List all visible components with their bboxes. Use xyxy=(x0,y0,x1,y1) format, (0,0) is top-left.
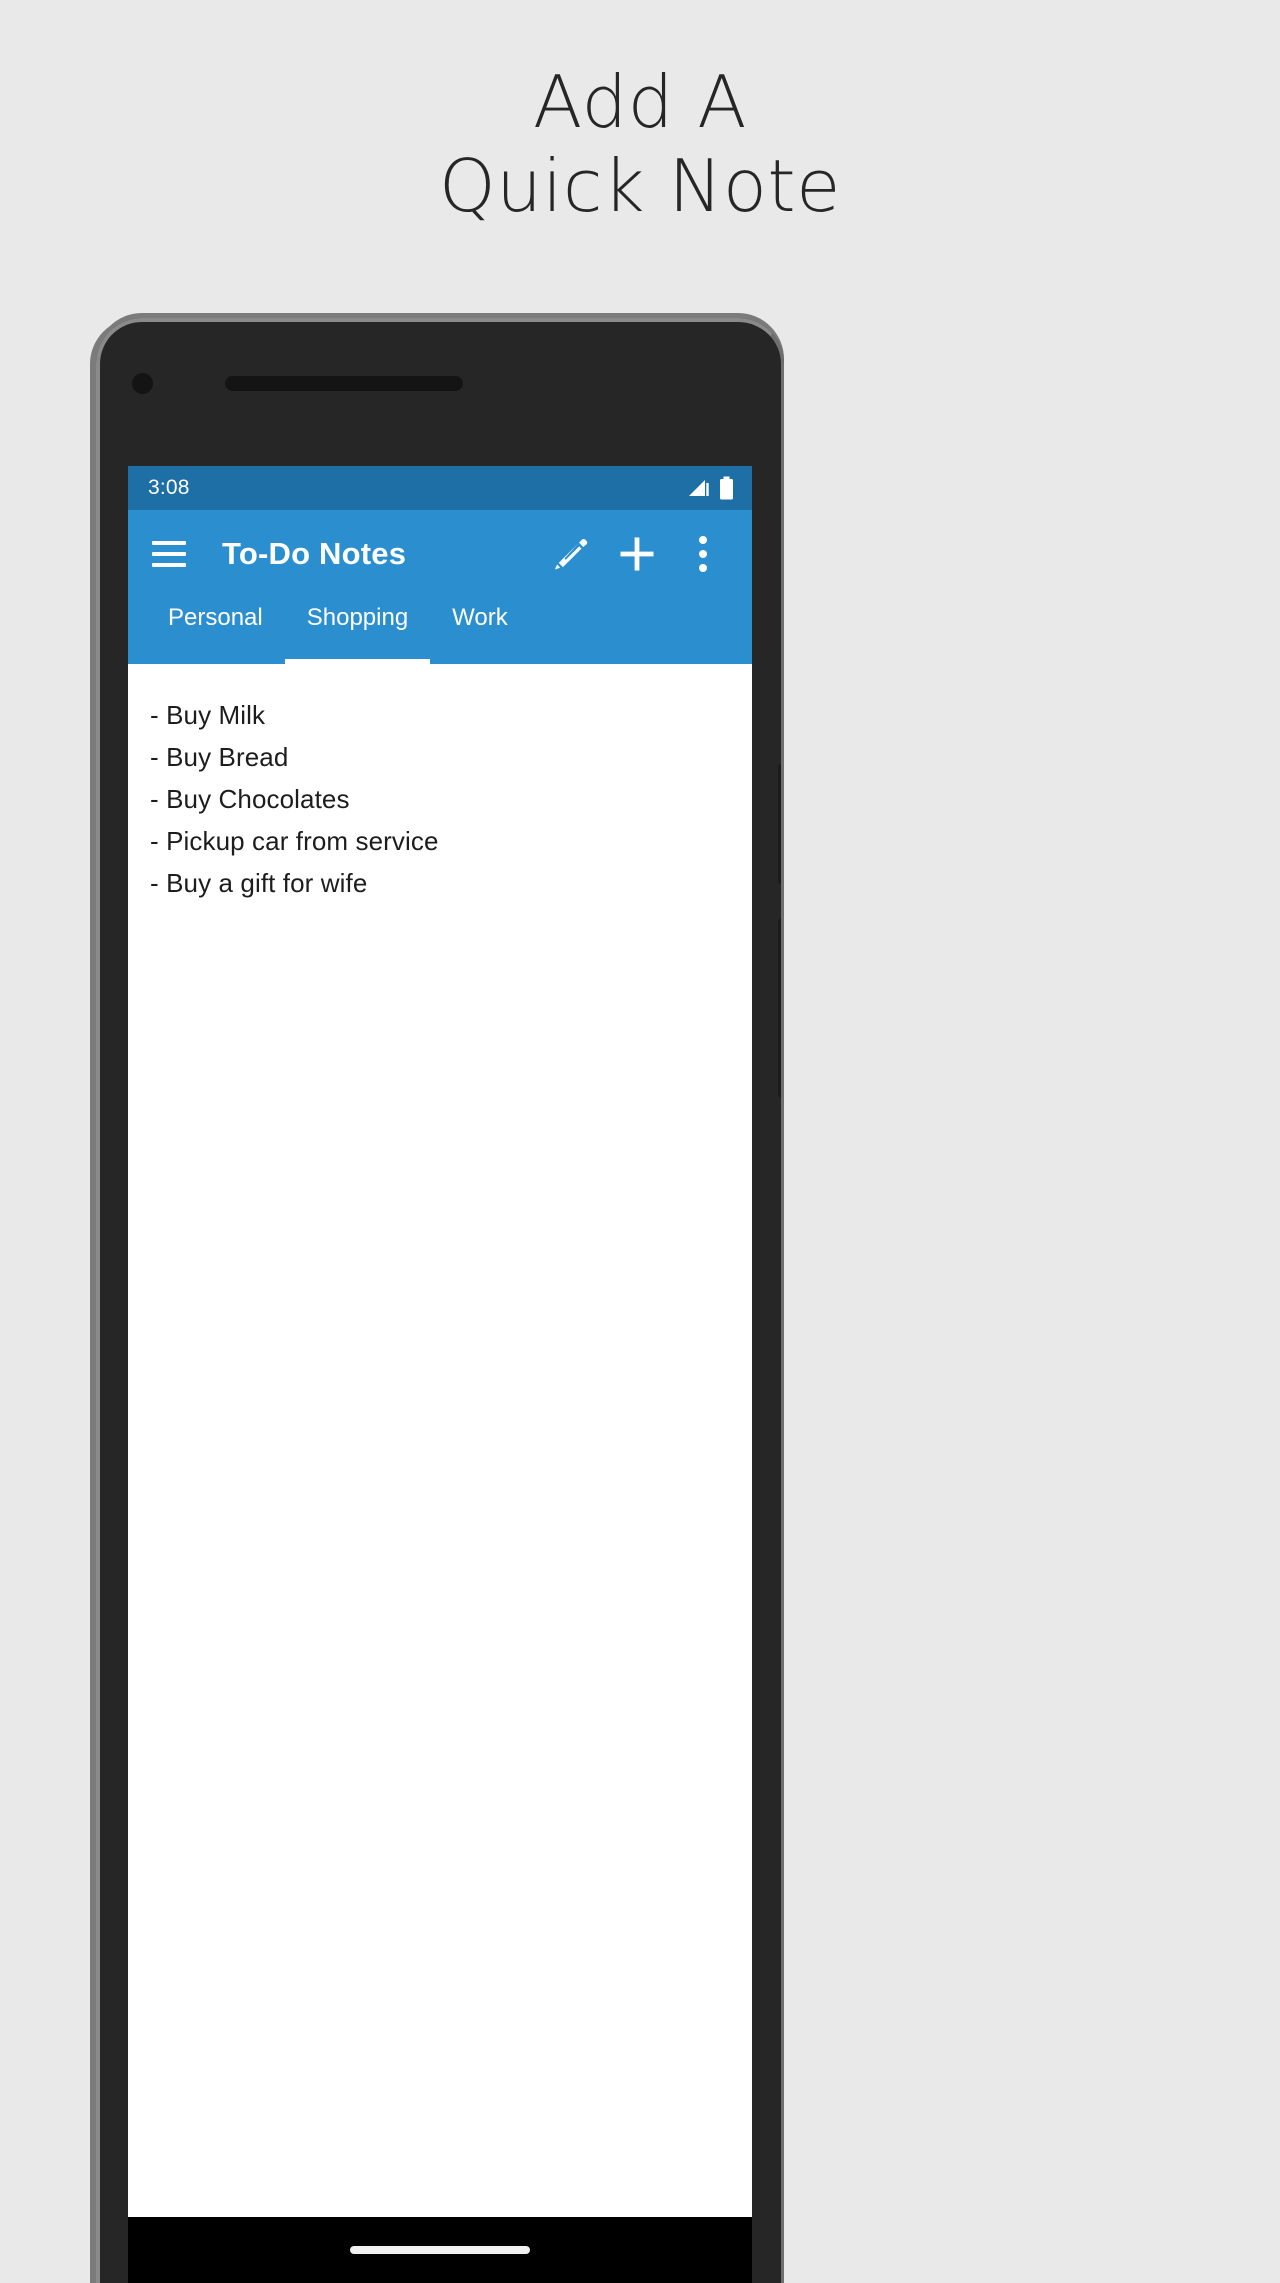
status-bar: 3:08 xyxy=(128,466,752,510)
status-bar-clock: 3:08 xyxy=(148,476,190,499)
overflow-menu-icon xyxy=(699,536,707,572)
tab-work-label: Work xyxy=(452,604,508,631)
signal-icon xyxy=(689,480,709,496)
promo-heading-line1: Add A xyxy=(532,60,748,144)
note-line: - Buy Milk xyxy=(150,700,266,730)
tab-work[interactable]: Work xyxy=(430,598,530,664)
add-icon xyxy=(620,537,654,571)
app-bar: To-Do Notes xyxy=(128,510,752,598)
note-line: - Buy Chocolates xyxy=(150,784,350,814)
status-bar-system-icons xyxy=(688,476,734,500)
system-navigation-bar xyxy=(128,2217,752,2283)
promo-heading-line2: Quick Note xyxy=(439,144,841,228)
tab-shopping[interactable]: Shopping xyxy=(284,598,431,664)
overflow-menu-button[interactable] xyxy=(670,521,736,587)
edit-note-button[interactable] xyxy=(538,521,604,587)
home-gesture-pill[interactable] xyxy=(350,2246,530,2254)
add-note-button[interactable] xyxy=(604,521,670,587)
tab-shopping-label: Shopping xyxy=(306,604,409,631)
note-line: - Buy Bread xyxy=(150,742,289,772)
phone-mockup: 3:08 To-Do Notes Personal Shopping Work … xyxy=(96,318,784,2283)
phone-screen: 3:08 To-Do Notes Personal Shopping Work … xyxy=(128,466,752,2283)
app-bar-actions xyxy=(538,521,736,587)
battery-icon xyxy=(720,476,733,500)
tab-personal[interactable]: Personal xyxy=(146,598,285,664)
power-button[interactable] xyxy=(778,918,784,1098)
tab-personal-label: Personal xyxy=(168,604,263,631)
promo-heading: Add A Quick Note xyxy=(0,60,1280,228)
pencil-icon xyxy=(555,538,588,570)
hamburger-menu-icon[interactable] xyxy=(152,541,186,567)
tab-bar: Personal Shopping Work xyxy=(128,598,752,664)
volume-rocker-button[interactable] xyxy=(778,764,784,884)
front-camera-icon xyxy=(132,373,153,394)
app-title: To-Do Notes xyxy=(222,536,407,571)
promo-screenshot: Add A Quick Note 3:08 To-Do Notes Person… xyxy=(0,0,1280,2283)
earpiece-speaker-icon xyxy=(225,376,463,391)
note-content-area[interactable]: - Buy Milk - Buy Bread - Buy Chocolates … xyxy=(128,664,752,2217)
note-line: - Pickup car from service xyxy=(150,826,439,856)
note-line: - Buy a gift for wife xyxy=(150,868,368,898)
